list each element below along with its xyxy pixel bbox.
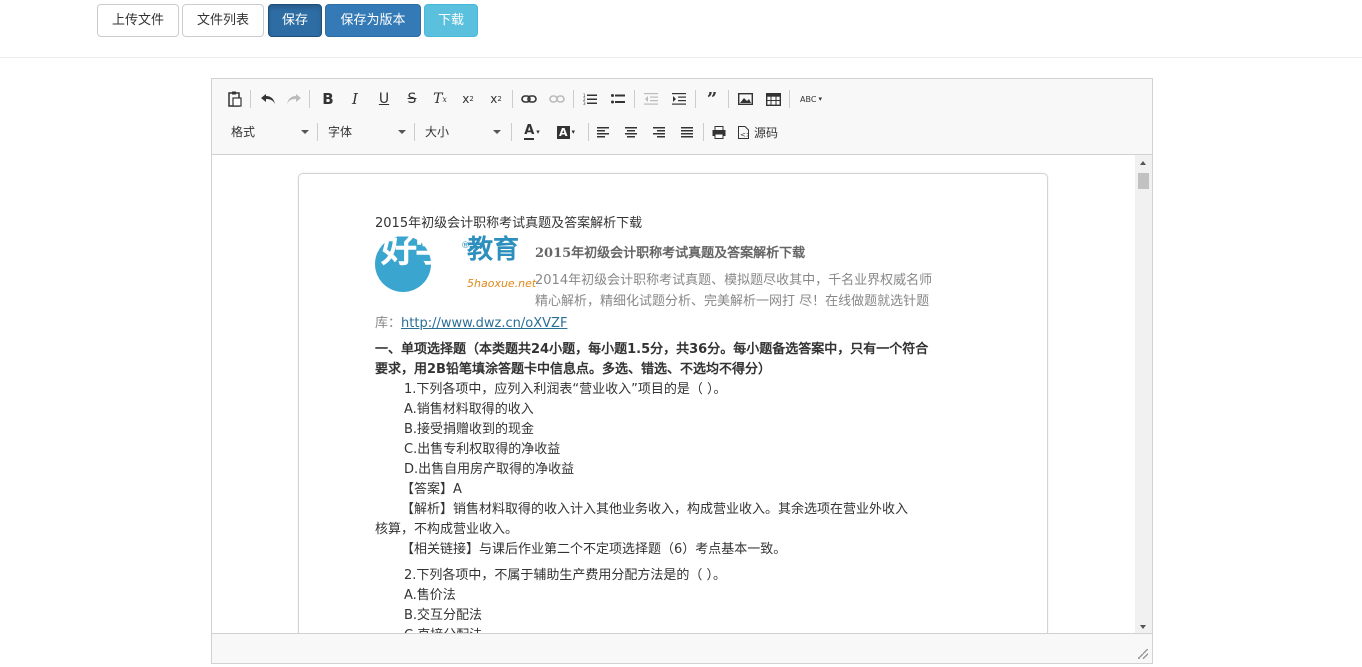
question-2: 2.下列各项中，不属于辅助生产费用分配方法是的（ ）。 — [404, 568, 727, 583]
download-button[interactable]: 下载 — [424, 4, 478, 37]
doc-heading: 2015年初级会计职称考试真题及答案解析下载 — [375, 216, 643, 231]
bold-icon[interactable]: B — [317, 88, 339, 110]
bulleted-list-icon[interactable] — [607, 88, 629, 110]
align-justify-icon[interactable] — [676, 121, 698, 143]
top-action-bar: 上传文件 文件列表 保存 保存为版本 下载 — [0, 0, 1362, 58]
undo-icon[interactable] — [257, 88, 279, 110]
promo-block: 好学 ® 教育 5haoxue.net 2015年初级会计职称考试真题及答案解析… — [375, 229, 975, 340]
remove-format-icon[interactable]: Tx — [429, 88, 451, 110]
promo-title: 2015年初级会计职称考试真题及答案解析下载 — [535, 246, 806, 261]
logo-text-jiaoyu: 教育 — [467, 235, 520, 265]
q1-analysis-line1: 【解析】销售材料取得的收入计入其他业务收入，构成营业收入。其余选项在营业外收入 — [401, 502, 909, 517]
superscript-icon[interactable]: x2 — [485, 88, 507, 110]
align-left-icon[interactable] — [592, 121, 614, 143]
print-icon[interactable] — [708, 121, 730, 143]
source-button-label: 源码 — [754, 125, 779, 140]
promo-link-line: 库：http://www.dwz.cn/oXVZF — [375, 314, 567, 334]
q1-analysis-line2: 核算，不构成营业收入。 — [375, 522, 519, 537]
resize-handle-icon[interactable] — [1138, 649, 1148, 659]
increase-indent-icon[interactable] — [668, 88, 690, 110]
editor-status-bar — [212, 633, 1152, 663]
promo-text-line1: 2014年初级会计职称考试真题、模拟题尽收其中，千名业界权威名师 — [535, 273, 933, 288]
italic-icon[interactable]: I — [344, 88, 366, 110]
q1-option-c: C.出售专利权取得的净收益 — [404, 442, 561, 457]
q1-answer: 【答案】A — [401, 482, 462, 497]
q1-related-link: 【相关链接】与课后作业第二个不定项选择题（6）考点基本一致。 — [401, 542, 787, 557]
size-combo[interactable]: 大小 — [425, 121, 501, 143]
toolbar-separator — [512, 90, 513, 108]
haoxue-logo: 好学 ® 教育 5haoxue.net — [375, 229, 537, 296]
font-combo[interactable]: 字体 — [328, 121, 406, 143]
toolbar-separator — [695, 90, 696, 108]
underline-icon[interactable]: U — [373, 88, 395, 110]
strikethrough-icon[interactable]: S — [401, 88, 423, 110]
paste-from-word-icon[interactable] — [224, 88, 246, 110]
toolbar-separator — [573, 90, 574, 108]
toolbar-separator — [703, 123, 704, 141]
q2-option-b: B.交互分配法 — [404, 608, 483, 623]
toolbar-separator — [414, 123, 415, 141]
q1-option-b: B.接受捐赠收到的现金 — [404, 422, 535, 437]
save-button[interactable]: 保存 — [268, 4, 322, 37]
table-icon[interactable] — [762, 88, 784, 110]
promo-lib-prefix: 库： — [375, 316, 402, 331]
align-center-icon[interactable] — [620, 121, 642, 143]
redo-icon[interactable] — [283, 88, 305, 110]
format-combo[interactable]: 格式 — [231, 121, 309, 143]
document-page: 2015年初级会计职称考试真题及答案解析下载 好学 ® 教育 5haoxue.n… — [298, 173, 1048, 635]
toolbar-separator — [634, 90, 635, 108]
image-icon[interactable] — [734, 88, 756, 110]
toolbar-separator — [309, 90, 310, 108]
editor-content-area[interactable]: 2015年初级会计职称考试真题及答案解析下载 好学 ® 教育 5haoxue.n… — [212, 155, 1152, 635]
editor-toolbar: B I U S Tx x2 x2 123 ” ABC ▾ 格式 字体 大小 A … — [212, 79, 1152, 155]
decrease-indent-icon[interactable] — [640, 88, 662, 110]
section1-title-line2: 要求，用2B铅笔填涂答题卡中信息点。多选、错选、不选均不得分） — [375, 362, 771, 377]
q2-option-a: A.售价法 — [404, 588, 456, 603]
question-1: 1.下列各项中，应列入利润表“营业收入”项目的是（ ）。 — [404, 382, 727, 397]
promo-text-line2: 精心解析，精细化试题分析、完美解析一网打 尽！在线做题就选针题 — [535, 294, 930, 309]
svg-text:3: 3 — [583, 101, 586, 105]
text-color-icon[interactable]: A ▾ — [518, 121, 546, 143]
toolbar-separator — [789, 90, 790, 108]
promo-link[interactable]: http://www.dwz.cn/oXVZF — [401, 316, 567, 331]
toolbar-separator — [588, 123, 589, 141]
file-list-button[interactable]: 文件列表 — [182, 4, 264, 37]
scroll-down-arrow-icon[interactable] — [1140, 625, 1146, 629]
unlink-icon[interactable] — [546, 88, 568, 110]
font-combo-label: 字体 — [328, 125, 353, 139]
upload-file-button[interactable]: 上传文件 — [97, 4, 179, 37]
toolbar-separator — [250, 90, 251, 108]
svg-text:<>: <> — [740, 131, 749, 139]
format-combo-label: 格式 — [231, 125, 256, 139]
q1-option-d: D.出售自用房产取得的净收益 — [404, 462, 575, 477]
link-icon[interactable] — [518, 88, 540, 110]
blockquote-icon[interactable]: ” — [701, 88, 723, 110]
size-combo-label: 大小 — [425, 125, 450, 139]
numbered-list-icon[interactable]: 123 — [579, 88, 601, 110]
scroll-thumb[interactable] — [1138, 173, 1149, 189]
toolbar-separator — [728, 90, 729, 108]
toolbar-separator — [511, 123, 512, 141]
source-icon: <> — [738, 125, 749, 139]
background-color-icon[interactable]: A ▾ — [552, 121, 580, 143]
save-as-version-button[interactable]: 保存为版本 — [325, 4, 421, 37]
section1-title-line1: 一、单项选择题（本类题共24小题，每小题1.5分，共36分。每小题备选答案中，只… — [375, 342, 929, 357]
spellcheck-icon[interactable]: ABC ▾ — [797, 88, 825, 110]
align-right-icon[interactable] — [648, 121, 670, 143]
subscript-icon[interactable]: x2 — [457, 88, 479, 110]
scroll-up-arrow-icon[interactable] — [1140, 161, 1146, 165]
rich-text-editor: B I U S Tx x2 x2 123 ” ABC ▾ 格式 字体 大小 A … — [211, 78, 1153, 664]
logo-text-haoxue: 好学 — [381, 229, 451, 270]
vertical-scrollbar[interactable] — [1135, 155, 1152, 635]
source-button[interactable]: <> 源码 — [738, 121, 788, 143]
q1-option-a: A.销售材料取得的收入 — [404, 402, 534, 417]
logo-domain: 5haoxue.net — [467, 277, 537, 290]
document-body: 2015年初级会计职称考试真题及答案解析下载 好学 ® 教育 5haoxue.n… — [375, 214, 975, 635]
toolbar-separator — [317, 123, 318, 141]
